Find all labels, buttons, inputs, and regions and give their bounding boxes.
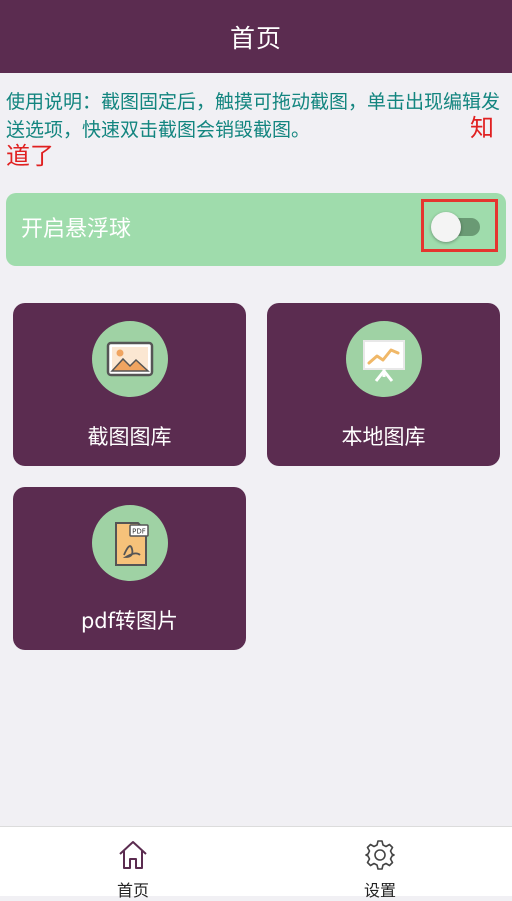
page-title: 首页	[229, 23, 282, 53]
tile-icon-circle: PDF	[92, 505, 168, 581]
tile-label: 截图图库	[87, 425, 172, 449]
image-gallery-icon	[106, 341, 154, 377]
floating-ball-toggle-highlight	[421, 199, 498, 252]
usage-notice: 使用说明：截图固定后，触摸可拖动截图，单击出现编辑发送选项，快速双击截图会销毁截…	[6, 88, 506, 170]
acknowledge-link-continued[interactable]: 道了	[6, 142, 506, 170]
tile-label: pdf转图片	[80, 609, 179, 633]
tile-icon-circle	[92, 321, 168, 397]
tile-icon-circle	[346, 321, 422, 397]
tab-settings[interactable]: 设置	[320, 827, 440, 900]
gear-icon	[365, 840, 395, 870]
home-icon	[119, 841, 147, 869]
notice-text: 使用说明：截图固定后，触摸可拖动截图，单击出现编辑发送选项，快速双击截图会销毁截…	[6, 91, 501, 141]
tab-home[interactable]: 首页	[73, 827, 193, 900]
tile-pdf-to-image[interactable]: PDF pdf转图片	[13, 487, 246, 650]
tab-home-label: 首页	[116, 881, 149, 900]
pdf-file-icon: PDF	[115, 522, 149, 566]
floating-ball-card: 开启悬浮球	[6, 193, 506, 266]
tile-local-gallery[interactable]: 本地图库	[267, 303, 500, 466]
bottom-tab-bar: 首页 设置	[0, 826, 512, 900]
tile-label: 本地图库	[341, 425, 426, 449]
tile-screenshot-gallery[interactable]: 截图图库	[13, 303, 246, 466]
tab-settings-label: 设置	[363, 881, 396, 900]
presentation-chart-icon	[363, 340, 405, 382]
floating-ball-label: 开启悬浮球	[21, 217, 132, 242]
toggle-thumb[interactable]	[431, 212, 461, 242]
acknowledge-link[interactable]: 知	[470, 114, 494, 142]
svg-text:PDF: PDF	[132, 528, 146, 536]
app-header: 首页	[0, 0, 512, 73]
